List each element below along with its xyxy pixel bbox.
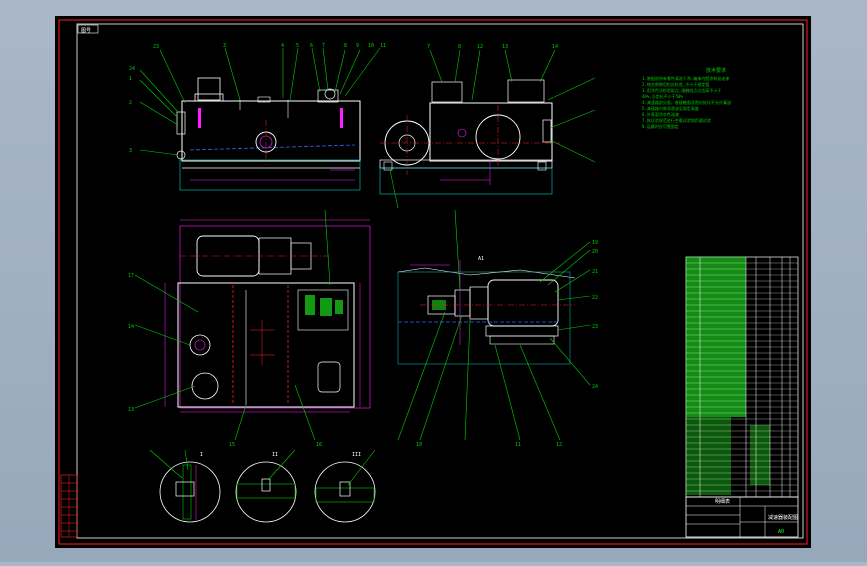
svg-text:2: 2 [129,100,132,106]
svg-text:13: 13 [502,44,508,50]
tech-line-9: 8.运输时应可靠固定 [642,123,679,129]
svg-text:17: 17 [128,273,134,279]
svg-text:12: 12 [477,44,483,50]
svg-text:5: 5 [296,43,299,49]
svg-text:24: 24 [129,66,135,72]
svg-text:1: 1 [129,76,132,82]
title-block-name: 减速器装配图 [768,514,798,521]
svg-text:9: 9 [356,43,359,49]
title-label-text: 图号 [81,28,91,34]
tech-requirements-title: 技术要求 [706,67,726,74]
title-block-parts-label: 明细表 [715,498,730,505]
svg-text:14: 14 [128,324,134,330]
tech-line-7: 6.外表面涂灰色油漆 [642,111,679,117]
tech-line-2: 2.啮合侧隙用铅丝检验,不小于规定值 [642,81,709,87]
svg-text:8: 8 [458,44,461,50]
drawing-sheet[interactable]: 图号 23 3 4 5 6 7 8 9 10 11 24 1 2 3 7 8 1… [0,0,867,562]
svg-text:6: 6 [310,43,313,49]
tech-line-6: 5.减速器内装润滑油至规定高度 [642,105,699,111]
cad-viewport[interactable]: 图号 23 3 4 5 6 7 8 9 10 11 24 1 2 3 7 8 1… [0,0,867,562]
svg-text:11: 11 [515,442,521,448]
view-label-a1: A1 [478,256,484,262]
svg-text:3: 3 [223,43,226,49]
svg-text:7: 7 [427,44,430,50]
svg-text:3: 3 [129,148,132,154]
svg-text:15: 15 [229,442,235,448]
detail-label-2: II [272,452,278,458]
title-block-number: A0 [778,529,784,535]
svg-text:22: 22 [592,295,598,301]
tech-line-5: 4.减速器剖分面、各接触面及密封处均不允许漏油 [642,99,731,105]
svg-text:23: 23 [153,44,159,50]
detail-label-1: I [200,452,203,458]
svg-text:14: 14 [552,44,558,50]
detail-label-3: III [352,452,361,458]
svg-text:7: 7 [322,43,325,49]
tech-line-4: 40%,沿齿长不小于50% [642,93,683,99]
svg-text:16: 16 [316,442,322,448]
svg-text:8: 8 [344,43,347,49]
svg-text:24: 24 [592,384,598,390]
tech-line-3: 3.用涂色法检验斑点,接触斑点沿齿高不小于 [642,87,721,93]
svg-text:13: 13 [128,407,134,413]
svg-text:4: 4 [281,43,284,49]
svg-text:11: 11 [380,43,386,49]
svg-text:12: 12 [556,442,562,448]
tech-line-1: 1.装配前所有零件清洗干净,箱体内壁涂耐油油漆 [642,75,729,81]
tech-line-8: 7.按试验规范进行空载试验和负载试验 [642,117,711,123]
svg-text:21: 21 [592,269,598,275]
svg-text:20: 20 [592,249,598,255]
svg-text:10: 10 [368,43,374,49]
svg-text:10: 10 [416,442,422,448]
svg-text:19: 19 [592,240,598,246]
svg-text:23: 23 [592,324,598,330]
